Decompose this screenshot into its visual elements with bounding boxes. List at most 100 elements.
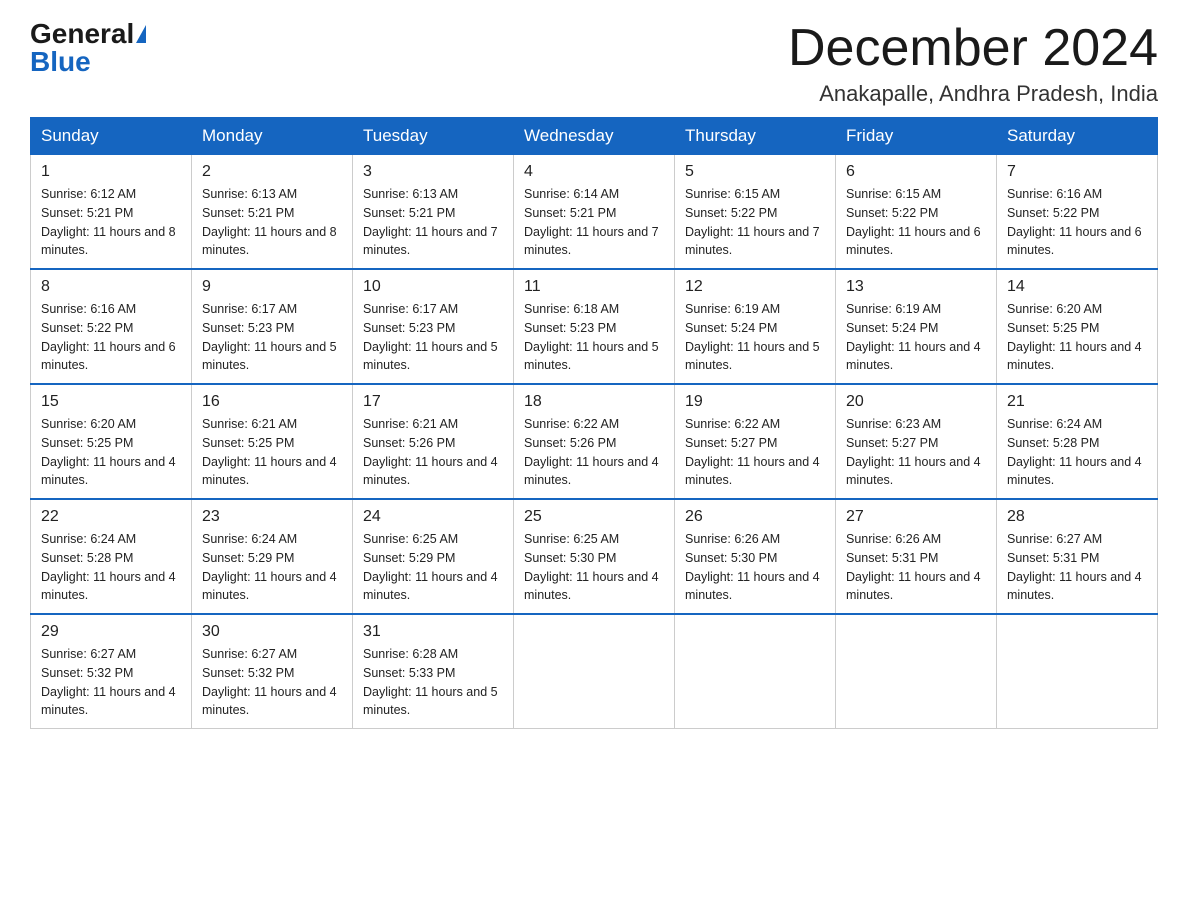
day-info: Sunrise: 6:22 AMSunset: 5:26 PMDaylight:… [524,415,664,490]
calendar-cell [997,614,1158,729]
day-number: 18 [524,393,664,411]
calendar-cell: 1 Sunrise: 6:12 AMSunset: 5:21 PMDayligh… [31,155,192,270]
calendar-week-row: 1 Sunrise: 6:12 AMSunset: 5:21 PMDayligh… [31,155,1158,270]
day-info: Sunrise: 6:27 AMSunset: 5:31 PMDaylight:… [1007,530,1147,605]
day-info: Sunrise: 6:26 AMSunset: 5:30 PMDaylight:… [685,530,825,605]
calendar-cell: 29 Sunrise: 6:27 AMSunset: 5:32 PMDaylig… [31,614,192,729]
month-title: December 2024 [788,20,1158,77]
logo-general-text: General [30,20,134,48]
calendar-cell: 14 Sunrise: 6:20 AMSunset: 5:25 PMDaylig… [997,269,1158,384]
day-number: 24 [363,508,503,526]
calendar-cell: 19 Sunrise: 6:22 AMSunset: 5:27 PMDaylig… [675,384,836,499]
day-info: Sunrise: 6:21 AMSunset: 5:25 PMDaylight:… [202,415,342,490]
day-info: Sunrise: 6:27 AMSunset: 5:32 PMDaylight:… [202,645,342,720]
calendar-cell: 28 Sunrise: 6:27 AMSunset: 5:31 PMDaylig… [997,499,1158,614]
day-number: 17 [363,393,503,411]
calendar-cell: 13 Sunrise: 6:19 AMSunset: 5:24 PMDaylig… [836,269,997,384]
day-number: 2 [202,163,342,181]
day-info: Sunrise: 6:27 AMSunset: 5:32 PMDaylight:… [41,645,181,720]
calendar-week-row: 8 Sunrise: 6:16 AMSunset: 5:22 PMDayligh… [31,269,1158,384]
calendar-cell: 3 Sunrise: 6:13 AMSunset: 5:21 PMDayligh… [353,155,514,270]
calendar-cell [675,614,836,729]
day-info: Sunrise: 6:22 AMSunset: 5:27 PMDaylight:… [685,415,825,490]
day-info: Sunrise: 6:14 AMSunset: 5:21 PMDaylight:… [524,185,664,260]
day-info: Sunrise: 6:26 AMSunset: 5:31 PMDaylight:… [846,530,986,605]
day-info: Sunrise: 6:12 AMSunset: 5:21 PMDaylight:… [41,185,181,260]
day-info: Sunrise: 6:15 AMSunset: 5:22 PMDaylight:… [846,185,986,260]
calendar-cell: 31 Sunrise: 6:28 AMSunset: 5:33 PMDaylig… [353,614,514,729]
day-info: Sunrise: 6:16 AMSunset: 5:22 PMDaylight:… [41,300,181,375]
logo-triangle-icon [136,25,146,43]
day-number: 26 [685,508,825,526]
day-info: Sunrise: 6:17 AMSunset: 5:23 PMDaylight:… [202,300,342,375]
day-info: Sunrise: 6:16 AMSunset: 5:22 PMDaylight:… [1007,185,1147,260]
page-header: General Blue December 2024 Anakapalle, A… [30,20,1158,107]
calendar-cell: 9 Sunrise: 6:17 AMSunset: 5:23 PMDayligh… [192,269,353,384]
calendar-week-row: 15 Sunrise: 6:20 AMSunset: 5:25 PMDaylig… [31,384,1158,499]
day-number: 29 [41,623,181,641]
day-info: Sunrise: 6:24 AMSunset: 5:28 PMDaylight:… [1007,415,1147,490]
day-info: Sunrise: 6:25 AMSunset: 5:29 PMDaylight:… [363,530,503,605]
calendar-cell: 18 Sunrise: 6:22 AMSunset: 5:26 PMDaylig… [514,384,675,499]
day-info: Sunrise: 6:23 AMSunset: 5:27 PMDaylight:… [846,415,986,490]
calendar-cell: 15 Sunrise: 6:20 AMSunset: 5:25 PMDaylig… [31,384,192,499]
calendar-cell: 22 Sunrise: 6:24 AMSunset: 5:28 PMDaylig… [31,499,192,614]
logo-blue-text: Blue [30,48,91,76]
weekday-header-row: SundayMondayTuesdayWednesdayThursdayFrid… [31,118,1158,155]
location-title: Anakapalle, Andhra Pradesh, India [788,81,1158,107]
calendar-cell: 16 Sunrise: 6:21 AMSunset: 5:25 PMDaylig… [192,384,353,499]
day-info: Sunrise: 6:28 AMSunset: 5:33 PMDaylight:… [363,645,503,720]
calendar-cell: 10 Sunrise: 6:17 AMSunset: 5:23 PMDaylig… [353,269,514,384]
weekday-header-saturday: Saturday [997,118,1158,155]
calendar-cell: 12 Sunrise: 6:19 AMSunset: 5:24 PMDaylig… [675,269,836,384]
day-info: Sunrise: 6:25 AMSunset: 5:30 PMDaylight:… [524,530,664,605]
calendar-cell: 2 Sunrise: 6:13 AMSunset: 5:21 PMDayligh… [192,155,353,270]
day-number: 19 [685,393,825,411]
day-number: 1 [41,163,181,181]
day-number: 22 [41,508,181,526]
calendar-cell [836,614,997,729]
calendar-cell: 24 Sunrise: 6:25 AMSunset: 5:29 PMDaylig… [353,499,514,614]
day-number: 11 [524,278,664,296]
day-info: Sunrise: 6:24 AMSunset: 5:28 PMDaylight:… [41,530,181,605]
calendar-cell: 8 Sunrise: 6:16 AMSunset: 5:22 PMDayligh… [31,269,192,384]
day-number: 23 [202,508,342,526]
calendar-cell: 30 Sunrise: 6:27 AMSunset: 5:32 PMDaylig… [192,614,353,729]
day-info: Sunrise: 6:24 AMSunset: 5:29 PMDaylight:… [202,530,342,605]
logo: General Blue [30,20,146,76]
day-info: Sunrise: 6:21 AMSunset: 5:26 PMDaylight:… [363,415,503,490]
weekday-header-wednesday: Wednesday [514,118,675,155]
calendar-cell: 4 Sunrise: 6:14 AMSunset: 5:21 PMDayligh… [514,155,675,270]
day-info: Sunrise: 6:17 AMSunset: 5:23 PMDaylight:… [363,300,503,375]
calendar-cell: 6 Sunrise: 6:15 AMSunset: 5:22 PMDayligh… [836,155,997,270]
calendar-cell: 26 Sunrise: 6:26 AMSunset: 5:30 PMDaylig… [675,499,836,614]
calendar-cell: 11 Sunrise: 6:18 AMSunset: 5:23 PMDaylig… [514,269,675,384]
calendar-cell: 7 Sunrise: 6:16 AMSunset: 5:22 PMDayligh… [997,155,1158,270]
day-number: 31 [363,623,503,641]
calendar-cell: 25 Sunrise: 6:25 AMSunset: 5:30 PMDaylig… [514,499,675,614]
day-number: 21 [1007,393,1147,411]
calendar-cell: 27 Sunrise: 6:26 AMSunset: 5:31 PMDaylig… [836,499,997,614]
day-number: 27 [846,508,986,526]
day-number: 28 [1007,508,1147,526]
day-info: Sunrise: 6:20 AMSunset: 5:25 PMDaylight:… [1007,300,1147,375]
weekday-header-monday: Monday [192,118,353,155]
day-number: 10 [363,278,503,296]
calendar-cell: 17 Sunrise: 6:21 AMSunset: 5:26 PMDaylig… [353,384,514,499]
day-info: Sunrise: 6:13 AMSunset: 5:21 PMDaylight:… [202,185,342,260]
day-info: Sunrise: 6:15 AMSunset: 5:22 PMDaylight:… [685,185,825,260]
day-number: 14 [1007,278,1147,296]
day-number: 3 [363,163,503,181]
calendar-cell: 20 Sunrise: 6:23 AMSunset: 5:27 PMDaylig… [836,384,997,499]
day-info: Sunrise: 6:13 AMSunset: 5:21 PMDaylight:… [363,185,503,260]
calendar-week-row: 29 Sunrise: 6:27 AMSunset: 5:32 PMDaylig… [31,614,1158,729]
weekday-header-friday: Friday [836,118,997,155]
day-number: 6 [846,163,986,181]
day-number: 7 [1007,163,1147,181]
weekday-header-sunday: Sunday [31,118,192,155]
day-number: 15 [41,393,181,411]
day-info: Sunrise: 6:19 AMSunset: 5:24 PMDaylight:… [685,300,825,375]
day-info: Sunrise: 6:18 AMSunset: 5:23 PMDaylight:… [524,300,664,375]
day-number: 13 [846,278,986,296]
calendar-cell [514,614,675,729]
